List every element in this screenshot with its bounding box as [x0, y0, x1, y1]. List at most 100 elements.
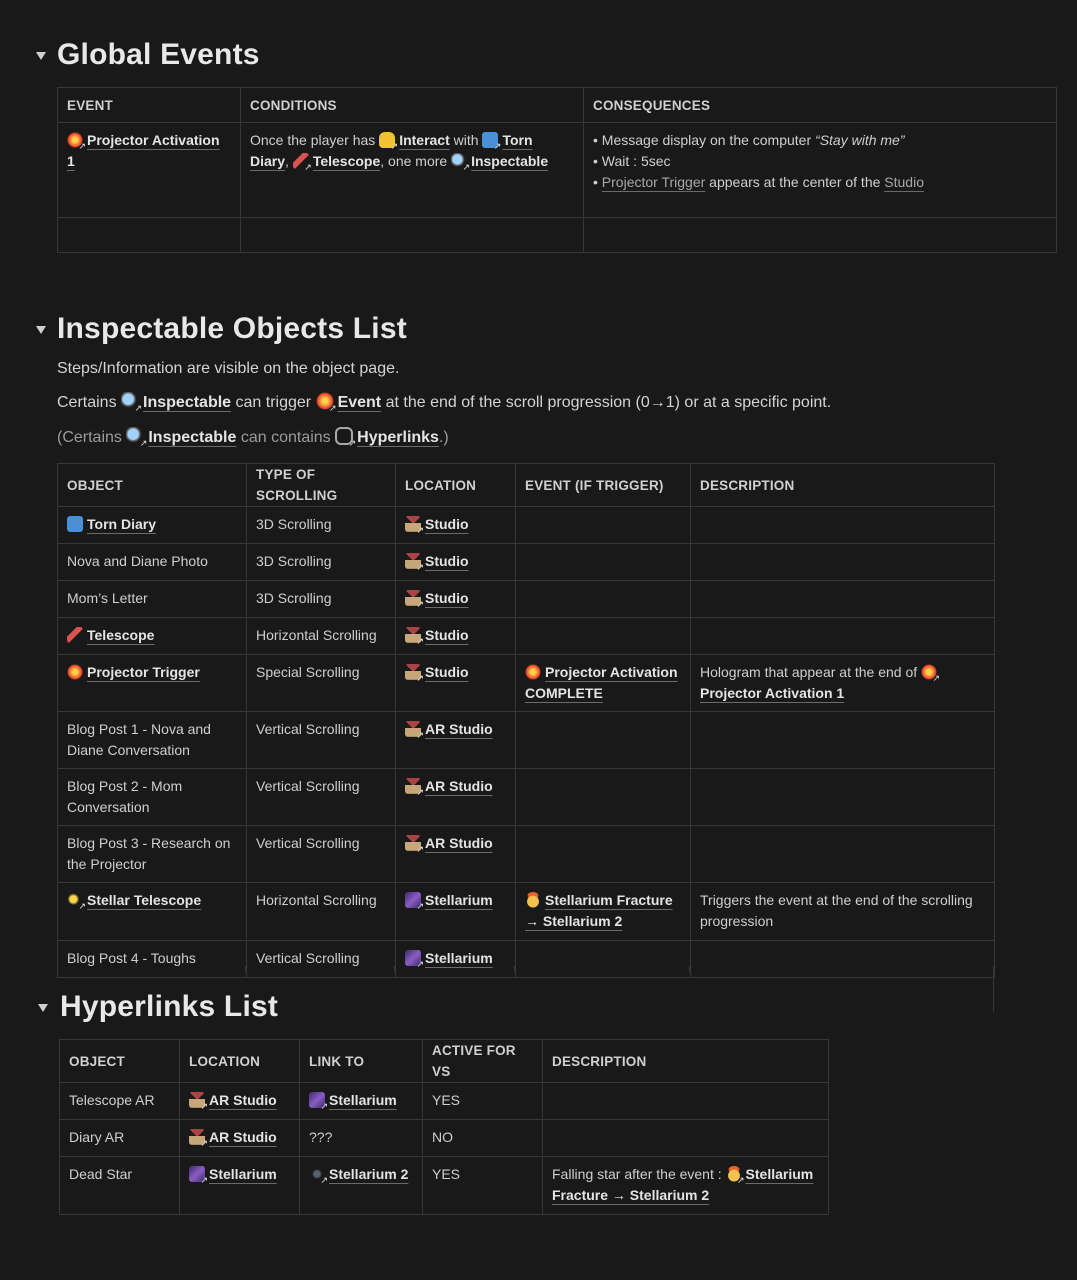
column-header: OBJECT	[57, 463, 247, 507]
explosion-icon: ↗	[315, 392, 337, 413]
column-header: CONDITIONS	[240, 87, 584, 123]
toggle-arrow-icon[interactable]	[38, 1004, 48, 1012]
object-link[interactable]: Telescope	[87, 627, 154, 643]
house-icon: ↗	[405, 721, 424, 740]
inspectable-link[interactable]: Inspectable	[143, 394, 231, 411]
location-link[interactable]: AR Studio	[209, 1092, 277, 1108]
column-header: ACTIVE FOR VS	[422, 1039, 543, 1083]
section-title-hyperlinks: Hyperlinks List	[60, 990, 279, 1023]
table-row: Diary AR ↗ AR Studio ??? NO	[59, 1119, 829, 1157]
magnifier-icon: ↗	[126, 427, 147, 448]
event-link[interactable]: Projector Activation COMPLETE	[525, 664, 678, 701]
column-header: LOCATION	[395, 463, 516, 507]
projector-trigger-link[interactable]: Projector Trigger	[602, 174, 705, 190]
studio-link[interactable]: Studio	[884, 174, 924, 190]
link-to-link[interactable]: Stellarium 2	[329, 1166, 408, 1182]
conditions-cell: Once the player has ↗ Interact with ↗ Torn…	[240, 122, 584, 218]
location-link[interactable]: Studio	[425, 627, 469, 643]
location-link[interactable]: Stellarium	[425, 950, 493, 966]
location-link[interactable]: Stellarium	[425, 892, 493, 908]
milky-way-icon: ↗	[309, 1092, 328, 1111]
location-link[interactable]: AR Studio	[425, 778, 493, 794]
telescope-link[interactable]: Telescope	[313, 153, 380, 169]
pointing-hand-icon: ↗	[379, 132, 398, 151]
house-icon: ↗	[405, 590, 424, 609]
object-link[interactable]: Torn Diary	[87, 516, 156, 532]
milky-way-icon: ↗	[405, 892, 424, 911]
telescope-icon	[67, 627, 83, 643]
table-row: ↗ Projector Activation 1 Once the player …	[57, 122, 1057, 218]
intro-note: (Certains ↗ Inspectable can contains ↗ Hyp…	[57, 427, 449, 448]
event-link[interactable]: Event	[338, 394, 382, 411]
table-row: ↗ Stellar Telescope Horizontal Scrolling …	[57, 882, 995, 941]
column-header: LOCATION	[179, 1039, 300, 1083]
location-link[interactable]: Stellarium	[209, 1166, 277, 1182]
sparkles-icon: ↗	[67, 892, 86, 911]
explosion-icon	[525, 664, 541, 680]
table-row: Blog Post 4 - Toughs Vertical Scrolling …	[57, 940, 995, 978]
divider	[57, 966, 58, 972]
hyperlinks-link[interactable]: Hyperlinks	[357, 429, 439, 446]
toggle-arrow-icon[interactable]	[36, 52, 46, 60]
column-header: EVENT	[57, 87, 241, 123]
section-title-global-events: Global Events	[57, 38, 260, 71]
house-icon: ↗	[189, 1129, 208, 1148]
house-icon: ↗	[405, 553, 424, 572]
divider	[245, 966, 246, 972]
link-to-link[interactable]: Stellarium	[329, 1092, 397, 1108]
location-link[interactable]: Studio	[425, 516, 469, 532]
location-link[interactable]: Studio	[425, 664, 469, 680]
location-link[interactable]: AR Studio	[425, 721, 493, 737]
table-header-row: EVENT CONDITIONS CONSEQUENCES	[57, 87, 1057, 123]
section-title-inspectable: Inspectable Objects List	[57, 312, 407, 345]
interact-link[interactable]: Interact	[399, 132, 450, 148]
divider	[689, 966, 690, 972]
table-row: Mom’s Letter 3D Scrolling ↗ Studio	[57, 580, 995, 618]
location-link[interactable]: Studio	[425, 590, 469, 606]
magnifier-icon: ↗	[121, 392, 142, 413]
event-link[interactable]: Projector Activation 1	[67, 132, 220, 169]
events-table: EVENT CONDITIONS CONSEQUENCES ↗ Projector…	[57, 87, 1057, 253]
table-row: Telescope AR ↗ AR Studio ↗ Stellarium YES	[59, 1082, 829, 1120]
object-link[interactable]: Stellar Telescope	[87, 892, 201, 908]
table-row: Torn Diary 3D Scrolling ↗ Studio	[57, 506, 995, 544]
milky-way-icon: ↗	[405, 950, 424, 969]
toggle-arrow-icon[interactable]	[36, 326, 46, 334]
table-row: Blog Post 3 - Research on the Projector …	[57, 825, 995, 883]
table-row: Blog Post 2 - Mom Conversation Vertical …	[57, 768, 995, 826]
link-icon: ↗	[335, 427, 356, 448]
column-header: DESCRIPTION	[542, 1039, 829, 1083]
exploding-head-icon	[525, 892, 541, 908]
intro-text: Steps/Information are visible on the obj…	[57, 360, 400, 377]
blue-book-icon: ↗	[482, 132, 501, 151]
house-icon: ↗	[405, 627, 424, 646]
table-row: Dead Star ↗ Stellarium ↗ Stellarium 2 YES …	[59, 1156, 829, 1215]
table-header-row: OBJECT TYPE OF SCROLLING LOCATION EVENT …	[57, 463, 995, 507]
event-link[interactable]: Projector Activation 1	[700, 685, 844, 701]
consequences-cell: Message display on the computer “Stay wi…	[583, 122, 1057, 218]
inspectable-link[interactable]: Inspectable	[148, 429, 236, 446]
divider	[394, 966, 395, 972]
objects-table: OBJECT TYPE OF SCROLLING LOCATION EVENT …	[57, 463, 995, 978]
table-row: Blog Post 1 - Nova and Diane Conversatio…	[57, 711, 995, 769]
intro-text: Certains ↗ Inspectable can trigger ↗ Event…	[57, 392, 832, 413]
location-link[interactable]: Studio	[425, 553, 469, 569]
column-header: EVENT (IF TRIGGER)	[515, 463, 691, 507]
location-link[interactable]: AR Studio	[209, 1129, 277, 1145]
house-icon: ↗	[405, 664, 424, 683]
divider	[993, 966, 994, 1012]
hyperlinks-table: OBJECT LOCATION LINK TO ACTIVE FOR VS DE…	[59, 1039, 829, 1215]
telescope-icon: ↗	[292, 153, 312, 172]
explosion-icon	[67, 664, 83, 680]
inspectable-link[interactable]: Inspectable	[471, 153, 548, 169]
column-header: OBJECT	[59, 1039, 180, 1083]
explosion-icon: ↗	[921, 664, 940, 683]
table-row-empty[interactable]	[57, 217, 1057, 253]
list-item: Projector Trigger appears at the center …	[593, 172, 1047, 193]
divider	[514, 966, 515, 972]
column-header: DESCRIPTION	[690, 463, 995, 507]
event-link[interactable]: Stellarium Fracture → Stellarium 2	[525, 892, 673, 929]
location-link[interactable]: AR Studio	[425, 835, 493, 851]
list-item: Message display on the computer “Stay wi…	[593, 130, 1047, 151]
object-link[interactable]: Projector Trigger	[87, 664, 200, 680]
